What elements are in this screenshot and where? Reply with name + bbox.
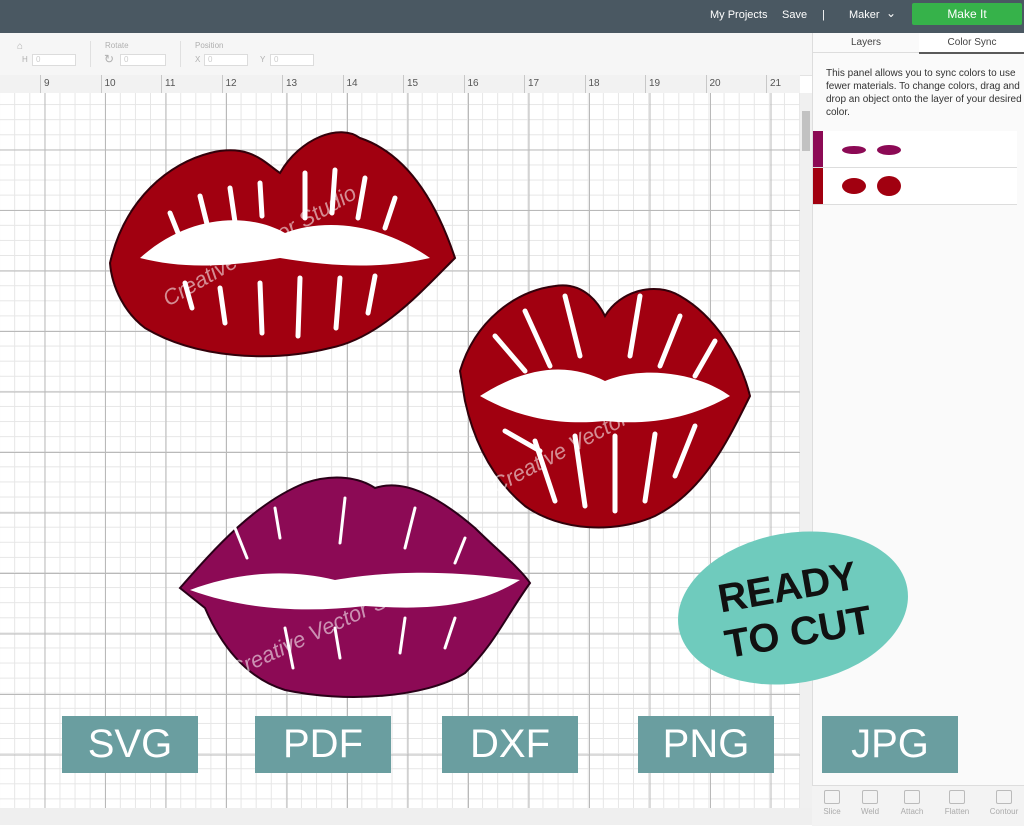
rotate-icon: ↻	[104, 52, 115, 66]
height-input[interactable]: 0	[32, 54, 76, 66]
bottom-toolbar: Slice Weld Attach Flatten Contour	[812, 785, 1024, 826]
ruler-number: 17	[528, 78, 540, 89]
make-it-button[interactable]: Make It	[912, 3, 1022, 25]
x-label: X	[195, 55, 201, 64]
ruler-number: 10	[104, 78, 116, 89]
ruler-tick	[161, 75, 162, 93]
y-label: Y	[260, 55, 266, 64]
ready-to-cut-badge: READY TO CUT	[678, 531, 908, 685]
ruler-tick	[584, 75, 586, 93]
position-label: Position	[195, 41, 224, 50]
rotate-input[interactable]: 0	[120, 54, 166, 66]
y-position-input[interactable]: 0	[270, 54, 314, 66]
ruler-number: 19	[649, 78, 661, 89]
ruler-tick	[524, 75, 525, 93]
chevron-down-icon[interactable]: ⌄	[886, 6, 896, 20]
slice-icon	[824, 790, 840, 804]
tab-color-sync[interactable]: Color Sync	[919, 33, 1024, 54]
slice-button[interactable]: Slice	[814, 790, 850, 824]
edit-toolbar: ⌂ H 0 Rotate ↻ 0 Position X 0 Y 0	[0, 33, 812, 76]
horizontal-ruler: 9 10 11 12 13 14 15 16 17 18 19 20 21	[0, 75, 800, 94]
ruler-number: 9	[44, 78, 50, 89]
ruler-number: 12	[225, 78, 237, 89]
ruler-tick	[645, 75, 646, 93]
machine-select[interactable]: Maker	[849, 9, 880, 21]
color-sync-description: This panel allows you to sync colors to …	[826, 68, 1022, 118]
tab-layers[interactable]: Layers	[813, 33, 919, 53]
ruler-number: 16	[467, 78, 479, 89]
color-layer-row[interactable]	[813, 168, 1017, 205]
color-swatch	[813, 168, 823, 204]
design-canvas[interactable]: Creative Vector Studio Creative Vector S…	[0, 93, 800, 808]
ruler-number: 13	[286, 78, 298, 89]
lips-thumbnail	[842, 176, 901, 196]
weld-button[interactable]: Weld	[852, 790, 888, 824]
ruler-number: 11	[165, 78, 176, 89]
ruler-tick	[40, 75, 41, 93]
color-swatch	[813, 131, 823, 167]
save-link[interactable]: Save	[782, 9, 807, 21]
ruler-number: 15	[407, 78, 419, 89]
format-label-png: PNG	[638, 716, 774, 773]
ruler-tick	[221, 75, 223, 93]
format-label-svg: SVG	[62, 716, 198, 773]
ruler-tick	[342, 75, 344, 93]
format-label-dxf: DXF	[442, 716, 578, 773]
height-label: H	[22, 55, 28, 64]
x-position-input[interactable]: 0	[204, 54, 248, 66]
toolbar-divider	[180, 41, 181, 67]
topbar-separator: |	[822, 9, 825, 21]
ruler-tick	[282, 75, 283, 93]
ruler-number: 21	[770, 78, 782, 89]
vertical-scrollbar[interactable]	[800, 93, 812, 808]
format-label-jpg: JPG	[822, 716, 958, 773]
toolbar-divider	[90, 41, 91, 67]
lock-icon[interactable]: ⌂	[17, 41, 23, 52]
color-layer-row[interactable]	[813, 131, 1017, 168]
horizontal-scrollbar[interactable]	[0, 808, 812, 825]
weld-icon	[862, 790, 878, 804]
contour-icon	[996, 790, 1012, 804]
flatten-button[interactable]: Flatten	[939, 790, 975, 824]
flatten-icon	[949, 790, 965, 804]
top-bar: My Projects Save | Maker ⌄ Make It	[0, 0, 1024, 33]
ruler-tick	[463, 75, 465, 93]
layers-panel: Layers Color Sync This panel allows you …	[812, 33, 1024, 825]
ruler-tick	[705, 75, 707, 93]
ruler-tick	[403, 75, 404, 93]
rotate-label: Rotate	[105, 41, 129, 50]
ruler-number: 20	[709, 78, 721, 89]
attach-button[interactable]: Attach	[894, 790, 930, 824]
lips-thumbnail	[842, 145, 901, 155]
ruler-number: 14	[346, 78, 358, 89]
ruler-tick	[100, 75, 102, 93]
attach-icon	[904, 790, 920, 804]
ruler-number: 18	[588, 78, 600, 89]
my-projects-link[interactable]: My Projects	[710, 9, 767, 21]
ruler-tick	[766, 75, 767, 93]
contour-button[interactable]: Contour	[986, 790, 1022, 824]
scrollbar-thumb[interactable]	[802, 111, 810, 151]
format-label-pdf: PDF	[255, 716, 391, 773]
